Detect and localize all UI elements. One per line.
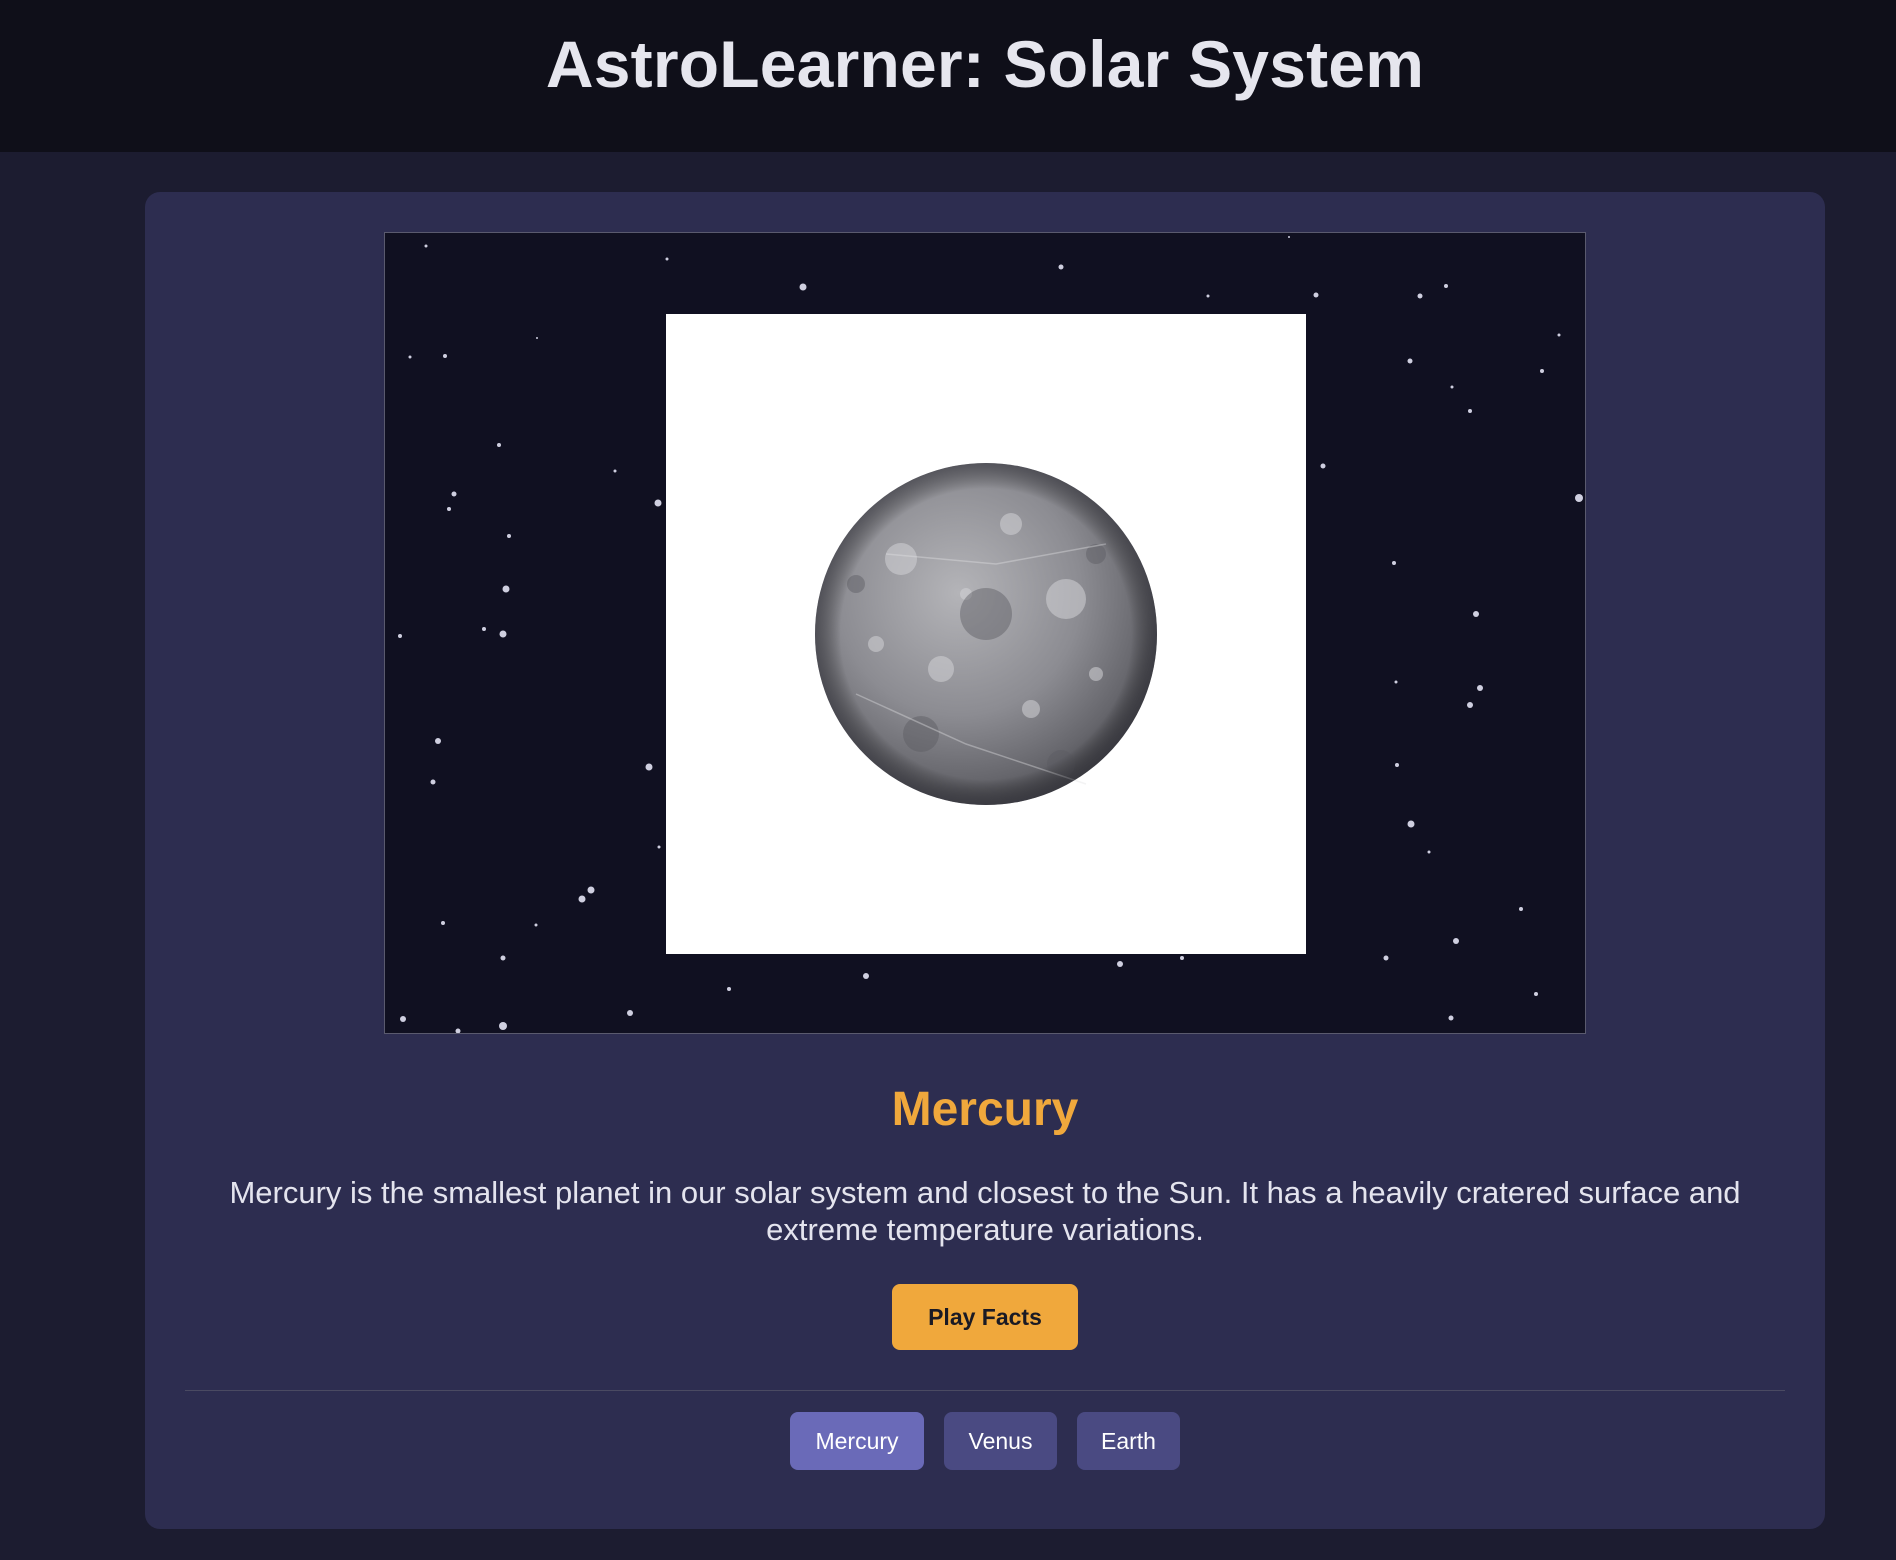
- tab-earth[interactable]: Earth: [1077, 1412, 1180, 1470]
- tab-venus[interactable]: Venus: [944, 1412, 1057, 1470]
- planet-name: Mercury: [891, 1083, 1079, 1136]
- header-bar: AstroLearner: Solar System: [0, 0, 1896, 152]
- tab-mercury[interactable]: Mercury: [790, 1412, 924, 1470]
- app-title: AstroLearner: Solar System: [545, 27, 1425, 101]
- planet-tabs: Mercury Venus Earth: [145, 1412, 1825, 1470]
- planet-card: Mercury Mercury is the smallest planet i…: [145, 192, 1825, 1529]
- mercury-planet-icon: [815, 463, 1157, 805]
- planet-image: [666, 314, 1306, 954]
- play-facts-button[interactable]: Play Facts: [892, 1284, 1078, 1350]
- planet-description: Mercury is the smallest planet in our so…: [229, 1175, 1741, 1247]
- planet-viewer: [384, 232, 1586, 1034]
- divider: [185, 1390, 1785, 1391]
